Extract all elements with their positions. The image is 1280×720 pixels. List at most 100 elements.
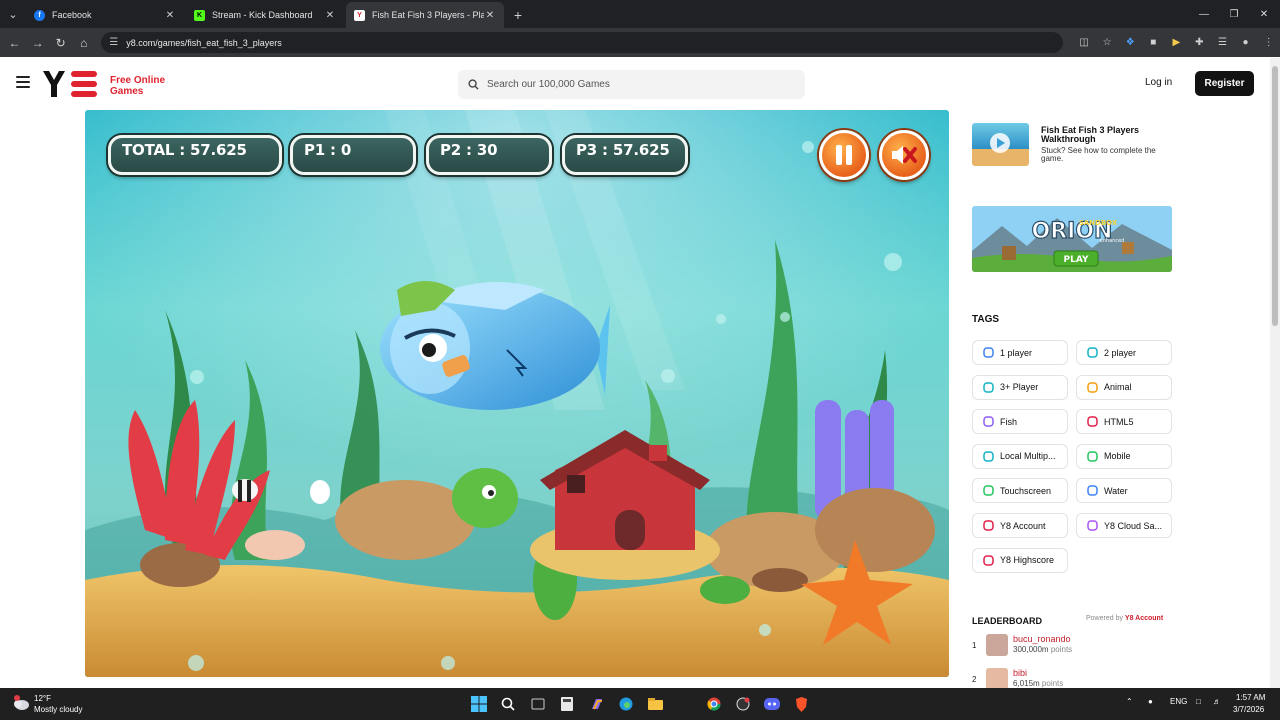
tab-search-icon[interactable]: ⌄ — [0, 0, 26, 28]
browser-menu-icon[interactable]: ⋮ — [1257, 31, 1280, 55]
mobile-icon — [1086, 450, 1098, 462]
site-info-icon[interactable]: ☰ — [109, 37, 118, 48]
tag-chip[interactable]: 3+ Player — [972, 374, 1068, 400]
tag-chip[interactable]: 1 player — [972, 340, 1068, 365]
new-tab-button[interactable]: + — [506, 2, 530, 28]
network-icon[interactable]: □ — [1196, 697, 1201, 706]
extensions-puzzle-icon[interactable]: ✚ — [1188, 31, 1211, 55]
tab-close-icon[interactable]: ✕ — [164, 10, 176, 21]
tag-chip[interactable]: Local Multip... — [972, 443, 1068, 469]
chrome-icon[interactable] — [704, 694, 724, 714]
tag-chip[interactable]: 2 player — [1076, 340, 1172, 365]
clock-date[interactable]: 3/7/2026 — [1233, 705, 1264, 714]
html5-icon — [1086, 416, 1098, 428]
walkthrough-title[interactable]: Fish Eat Fish 3 Players Walkthrough — [1041, 126, 1171, 144]
windows-start-icon[interactable] — [469, 694, 489, 714]
walkthrough-card[interactable]: Fish Eat Fish 3 Players Walkthrough Stuc… — [960, 110, 1185, 180]
powered-by-text: Powered by — [1086, 615, 1123, 622]
tab-close-icon[interactable]: ✕ — [484, 10, 496, 21]
weather-description: Mostly cloudy — [34, 705, 83, 714]
tag-label: 3+ Player — [1000, 382, 1039, 393]
microphone-icon[interactable]: ● — [1148, 697, 1153, 706]
tag-chip[interactable]: Y8 Account — [972, 513, 1068, 538]
hamburger-menu-icon[interactable] — [16, 76, 30, 88]
points-value: 6,015m — [1013, 679, 1040, 688]
cloudy-weather-icon[interactable] — [12, 695, 30, 711]
two-users-icon — [1086, 347, 1098, 359]
page-scrollbar[interactable] — [1270, 58, 1280, 688]
hud-p3-score: P3 : 57.625 — [562, 135, 688, 175]
task-view-icon[interactable] — [528, 694, 548, 714]
edge-browser-icon[interactable] — [616, 694, 636, 714]
user-icon — [982, 347, 994, 359]
leaderboard-row[interactable]: 1 bucu_ronando 300,000m points — [972, 634, 1172, 658]
mute-button[interactable] — [879, 130, 929, 180]
leaderboard-name[interactable]: bucu_ronando — [1013, 634, 1071, 644]
close-window-icon[interactable]: ✕ — [1248, 0, 1280, 28]
ad-play-button[interactable]: PLAY — [1064, 255, 1089, 265]
input-language[interactable]: ENG — [1170, 697, 1187, 706]
tag-chip[interactable]: HTML5 — [1076, 409, 1172, 435]
brave-browser-icon[interactable] — [791, 694, 811, 714]
game-canvas[interactable]: TOTAL : 57.625 P1 : 0 P2 : 30 P3 : 57.62… — [85, 110, 949, 677]
tags-heading: TAGS — [972, 314, 1000, 325]
volume-icon[interactable]: ♬ — [1213, 697, 1221, 706]
tag-label: Y8 Highscore — [1000, 555, 1055, 566]
obs-record-icon[interactable] — [733, 694, 753, 714]
tag-chip[interactable]: Y8 Highscore — [972, 547, 1068, 573]
forward-icon[interactable]: → — [26, 31, 49, 55]
y8-account-link[interactable]: Y8 Account — [1125, 615, 1163, 622]
hud-p2-score: P2 : 30 — [426, 135, 552, 175]
file-explorer-icon[interactable] — [645, 694, 665, 714]
tray-overflow-icon[interactable]: ⌃ — [1126, 697, 1133, 706]
tag-label: Animal — [1104, 382, 1132, 393]
tab-fish-eat-fish[interactable]: Y Fish Eat Fish 3 Players - Play Nc ✕ — [346, 2, 504, 28]
people-icon — [982, 450, 994, 462]
walkthrough-description: Stuck? See how to complete the game. — [1041, 146, 1156, 163]
tab-close-icon[interactable]: ✕ — [324, 10, 336, 21]
tag-chip[interactable]: Fish — [972, 409, 1068, 435]
leaderboard-row[interactable]: 2 bibi 6,015m points — [972, 668, 1172, 688]
leaderboard-rank: 1 — [972, 641, 977, 650]
calculator-icon[interactable] — [557, 694, 577, 714]
reading-list-icon[interactable]: ☰ — [1211, 31, 1234, 55]
tab-kick-dashboard[interactable]: K Stream - Kick Dashboard ✕ — [186, 2, 344, 28]
tag-chip[interactable]: Water — [1076, 478, 1172, 504]
discord-icon[interactable] — [762, 694, 782, 714]
touch-icon — [982, 485, 994, 497]
extension-arrow-icon[interactable]: ▶ — [1165, 31, 1188, 55]
search-input[interactable] — [487, 79, 787, 90]
register-button[interactable]: Register — [1195, 71, 1254, 96]
extension-translate-icon[interactable]: ❖ — [1119, 31, 1142, 55]
minimize-icon[interactable]: — — [1188, 0, 1220, 28]
profile-avatar-icon[interactable]: ● — [1234, 31, 1257, 55]
ad-banner-orion-sandbox[interactable]: ORION SANDBOX enhanced PLAY — [972, 206, 1172, 272]
scrollbar-thumb[interactable] — [1272, 66, 1278, 326]
login-link[interactable]: Log in — [1145, 77, 1172, 88]
tag-chip[interactable]: Mobile — [1076, 443, 1172, 469]
bookmark-star-icon[interactable]: ☆ — [1096, 31, 1119, 55]
walkthrough-thumbnail[interactable] — [972, 123, 1029, 166]
tab-facebook[interactable]: f Facebook ✕ — [26, 2, 184, 28]
windows-taskbar: 12°F Mostly cloudy ⌃ ● ENG □ ♬ 1:57 AM 3… — [0, 688, 1280, 720]
clock-time[interactable]: 1:57 AM — [1236, 693, 1265, 702]
copilot-icon[interactable] — [587, 694, 607, 714]
back-icon[interactable]: ← — [3, 31, 26, 55]
extension-shield-icon[interactable]: ■ — [1142, 31, 1165, 55]
maximize-icon[interactable]: ❐ — [1218, 0, 1250, 28]
pause-button[interactable] — [819, 130, 869, 180]
tag-chip[interactable]: Touchscreen — [972, 478, 1068, 504]
hud-total-score: TOTAL : 57.625 — [108, 135, 282, 175]
home-icon[interactable]: ⌂ — [72, 31, 95, 55]
leaderboard-card: LEADERBOARD Powered by Y8 Account 1 bucu… — [960, 600, 1185, 688]
reload-icon[interactable]: ↻ — [49, 31, 72, 55]
tag-chip[interactable]: Y8 Cloud Sa... — [1076, 513, 1172, 538]
tab-title: Stream - Kick Dashboard — [212, 10, 313, 20]
taskbar-search-icon[interactable] — [498, 694, 518, 714]
install-app-icon[interactable]: ◫ — [1073, 31, 1096, 55]
search-bar[interactable] — [458, 70, 805, 99]
address-bar[interactable]: ☰ y8.com/games/fish_eat_fish_3_players — [101, 32, 1063, 53]
leaderboard-name[interactable]: bibi — [1013, 668, 1027, 678]
y8-logo[interactable] — [43, 71, 97, 97]
tag-chip[interactable]: Animal — [1076, 374, 1172, 400]
